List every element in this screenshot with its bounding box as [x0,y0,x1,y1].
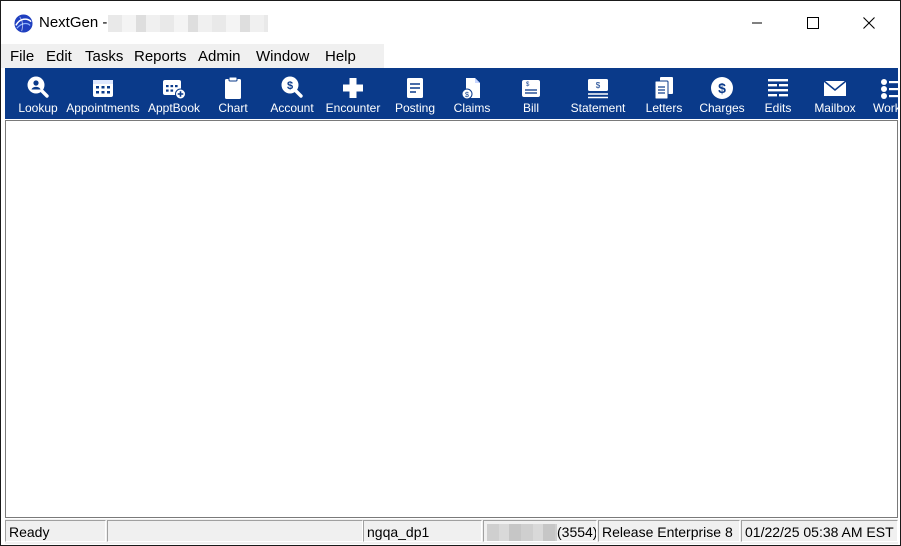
posting-document-icon [407,78,423,98]
menu-file[interactable]: File [10,48,34,65]
main-workspace[interactable] [5,120,898,518]
menu-reports[interactable]: Reports [134,48,187,65]
appointments-icon [93,80,113,97]
statement-icon: $ [588,79,608,99]
toolbar-label: Edits [764,101,792,115]
toolbar-charges-button[interactable]: $ Charges [695,68,749,119]
svg-text:$: $ [718,80,726,96]
toolbar-account-button[interactable]: $ Account [266,68,318,119]
maximize-icon [806,16,819,29]
mailbox-envelope-icon [823,80,847,96]
toolbar-label: Appointments [66,101,140,115]
toolbar-appointments-button[interactable]: Appointments [65,68,141,119]
toolbar-label: Charges [699,101,745,115]
minimize-button[interactable] [728,1,785,44]
menu-edit[interactable]: Edit [46,48,72,65]
status-release: Release Enterprise 8 [598,520,740,542]
svg-text:$: $ [465,92,469,99]
toolbar-encounter-button[interactable]: Encounter [324,68,382,119]
status-datetime: 01/22/25 05:38 AM EST [741,520,898,542]
title-bar[interactable]: NextGen - [1,1,900,44]
menu-bar: File Edit Tasks Reports Admin Window Hel… [1,44,900,68]
toolbar-label: Letters [645,101,683,115]
toolbar-chart-button[interactable]: Chart [211,68,255,119]
menu-admin[interactable]: Admin [198,48,241,65]
work-checklist-icon [881,79,898,99]
toolbar-statement-button[interactable]: $ Statement [565,68,631,119]
svg-text:$: $ [287,80,293,92]
toolbar-letters-button[interactable]: Letters [639,68,689,119]
status-ready: Ready [5,520,106,542]
menu-window[interactable]: Window [256,48,309,65]
charges-dollar-icon: $ [711,77,733,99]
clipboard-chart-icon [225,76,241,99]
toolbar-label: Chart [218,101,248,115]
menu-help[interactable]: Help [325,48,356,65]
toolbar-label: Mailbox [814,101,856,115]
toolbar-label: Lookup [18,101,58,115]
toolbar-work-button[interactable]: Work [867,68,898,119]
toolbar-label: Statement [570,101,626,115]
nextgen-logo-icon [14,14,33,33]
minimize-icon [751,22,762,23]
toolbar-edits-button[interactable]: Edits [757,68,799,119]
letters-icon [654,77,673,100]
status-redacted [487,524,557,541]
window-title: NextGen - [39,14,108,31]
toolbar-claims-button[interactable]: $ Claims [449,68,495,119]
account-search-icon: $ [281,76,303,98]
app-window: NextGen - File Edit Tasks Reports Admin … [0,0,901,546]
close-icon [862,16,875,29]
toolbar-lookup-button[interactable]: Lookup [14,68,62,119]
status-count: (3554) [557,524,597,540]
menu-tasks[interactable]: Tasks [85,48,123,65]
title-redacted [108,15,268,32]
toolbar-label: Work [873,101,898,115]
close-button[interactable] [840,1,897,44]
encounter-plus-icon [343,78,363,98]
maximize-button[interactable] [784,1,841,44]
status-user: ngqa_dp1 [363,520,482,542]
toolbar-bill-button[interactable]: $ Bill [511,68,551,119]
toolbar-label: ApptBook [147,101,201,115]
claims-document-icon: $ [461,78,480,100]
toolbar-label: Posting [394,101,436,115]
edits-list-icon [768,79,788,97]
main-toolbar: Lookup Appointments ApptBook Chart $ Acc… [5,68,898,119]
toolbar-label: Claims [453,101,491,115]
status-count-panel: (3554) [483,520,597,542]
bill-icon: $ [522,80,540,97]
svg-text:$: $ [596,81,601,90]
toolbar-posting-button[interactable]: Posting [390,68,440,119]
status-empty-panel [107,520,363,542]
toolbar-label: Bill [522,101,539,115]
apptbook-icon [163,80,186,100]
toolbar-apptbook-button[interactable]: ApptBook [146,68,202,119]
toolbar-label: Encounter [325,101,381,115]
lookup-icon [27,76,49,98]
toolbar-label: Account [270,101,314,115]
toolbar-mailbox-button[interactable]: Mailbox [811,68,859,119]
status-bar: Ready ngqa_dp1 (3554) Release Enterprise… [5,519,898,544]
